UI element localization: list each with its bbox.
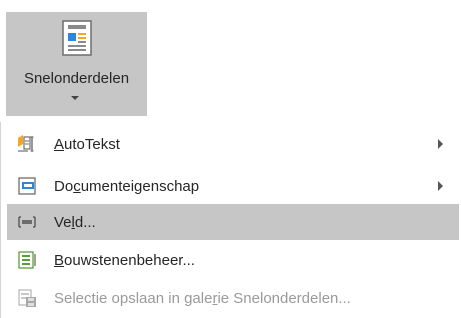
document-property-icon: [18, 177, 36, 195]
menu-item-save-selection-to-gallery[interactable]: Selectie opslaan in galerie Snelonderdel…: [7, 280, 459, 316]
building-blocks-organizer-icon: [18, 251, 36, 269]
menu-item-field-label: Veld...: [54, 213, 96, 231]
menu-item-save-selection-to-gallery-label: Selectie opslaan in galerie Snelonderdel…: [54, 289, 351, 307]
field-icon: [18, 216, 36, 228]
chevron-right-icon: [438, 181, 443, 191]
save-to-gallery-icon: [18, 289, 36, 307]
quick-parts-button-label: Snelonderdelen: [23, 70, 130, 87]
quick-parts-icon: [62, 20, 92, 56]
autotext-icon: [18, 135, 34, 152]
menu-item-building-blocks-organizer-label: Bouwstenenbeheer...: [54, 251, 195, 269]
word-quick-parts-ui: Snelonderdelen AutoTekst Documenteigensc…: [0, 0, 461, 318]
chevron-down-icon: [71, 96, 79, 100]
menu-item-autotext-label: AutoTekst: [54, 135, 120, 153]
menu-item-building-blocks-organizer[interactable]: Bouwstenenbeheer...: [7, 242, 459, 278]
quick-parts-button[interactable]: Snelonderdelen: [6, 12, 147, 116]
menu-item-document-property-label: Documenteigenschap: [54, 177, 200, 195]
menu-item-field[interactable]: Veld...: [7, 204, 459, 240]
chevron-right-icon: [438, 139, 443, 149]
menu-item-document-property[interactable]: Documenteigenschap: [7, 168, 459, 204]
quick-parts-menu: AutoTekst Documenteigenschap Veld... Bou…: [0, 122, 461, 318]
menu-item-autotext[interactable]: AutoTekst: [7, 126, 459, 162]
